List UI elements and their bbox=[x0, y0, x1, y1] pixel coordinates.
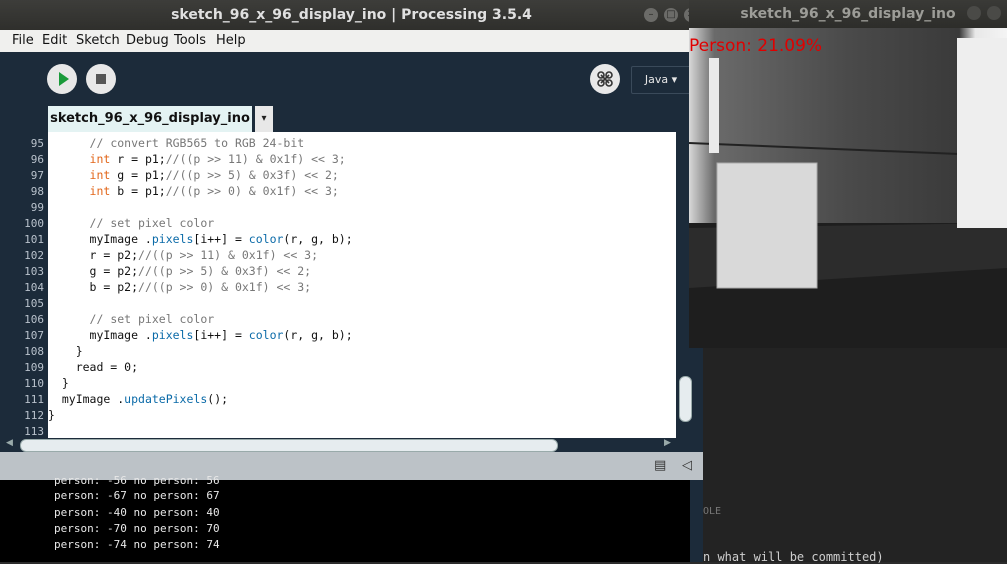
line-number: 113 bbox=[24, 425, 44, 438]
stop-icon bbox=[96, 74, 106, 84]
line-number: 105 bbox=[24, 297, 44, 310]
console-toggle-icon[interactable]: ▤ bbox=[654, 458, 666, 473]
console-line: person: -70 no person: 70 bbox=[54, 522, 220, 535]
mode-label: Java bbox=[644, 73, 669, 86]
console-output[interactable]: person: -56 no person: 56 person: -67 no… bbox=[0, 474, 690, 562]
code-line[interactable]: } bbox=[48, 344, 83, 358]
console-line: person: -40 no person: 40 bbox=[54, 506, 220, 519]
minimize-icon[interactable]: – bbox=[644, 8, 658, 22]
processing-title-bar: sketch_96_x_96_display_ino | Processing … bbox=[0, 0, 703, 30]
person-probability-label: Person: 21.09% bbox=[689, 36, 823, 56]
scroll-left-icon[interactable]: ◀ bbox=[6, 438, 13, 448]
line-number: 99 bbox=[30, 201, 44, 214]
code-line[interactable]: // set pixel color bbox=[48, 216, 215, 230]
code-line[interactable]: } bbox=[48, 376, 69, 390]
menu-debug[interactable]: Debug bbox=[126, 33, 169, 48]
code-line[interactable]: } bbox=[48, 408, 55, 422]
code-line[interactable]: myImage .pixels[i++] = color(r, g, b); bbox=[48, 232, 353, 246]
code-line[interactable]: myImage .pixels[i++] = color(r, g, b); bbox=[48, 328, 353, 342]
line-number: 98 bbox=[30, 185, 44, 198]
background-terminal bbox=[703, 348, 1007, 562]
scroll-right-icon[interactable]: ▶ bbox=[664, 438, 671, 448]
line-number: 107 bbox=[24, 329, 44, 342]
code-editor[interactable]: // convert RGB565 to RGB 24-bit int r = … bbox=[48, 132, 676, 438]
line-number: 97 bbox=[30, 169, 44, 182]
code-line[interactable]: // convert RGB565 to RGB 24-bit bbox=[48, 136, 305, 150]
line-number: 103 bbox=[24, 265, 44, 278]
debug-icon bbox=[597, 71, 613, 87]
tab-sketch[interactable]: sketch_96_x_96_display_ino bbox=[48, 106, 252, 132]
line-number: 102 bbox=[24, 249, 44, 262]
code-line[interactable]: myImage .updatePixels(); bbox=[48, 392, 228, 406]
menu-tools[interactable]: Tools bbox=[174, 33, 206, 48]
line-number: 96 bbox=[30, 153, 44, 166]
processing-window-title: sketch_96_x_96_display_ino | Processing … bbox=[171, 7, 532, 23]
code-line[interactable]: // set pixel color bbox=[48, 312, 215, 326]
line-number: 109 bbox=[24, 361, 44, 374]
camera-frame bbox=[688, 28, 1007, 348]
run-button[interactable] bbox=[47, 64, 77, 94]
camera-window-title: sketch_96_x_96_display_ino bbox=[740, 6, 956, 22]
collapse-icon[interactable]: ◁ bbox=[682, 458, 692, 473]
console-line: person: -74 no person: 74 bbox=[54, 538, 220, 551]
code-line[interactable]: b = p2;//((p >> 0) & 0x1f) << 3; bbox=[48, 280, 312, 294]
code-line[interactable]: int g = p1;//((p >> 5) & 0x3f) << 2; bbox=[48, 168, 339, 182]
camera-close-icon[interactable] bbox=[987, 6, 1001, 20]
stop-button[interactable] bbox=[86, 64, 116, 94]
code-line[interactable]: int r = p1;//((p >> 11) & 0x1f) << 3; bbox=[48, 152, 346, 166]
line-number: 110 bbox=[24, 377, 44, 390]
line-number: 95 bbox=[30, 137, 44, 150]
vertical-scrollbar-thumb[interactable] bbox=[679, 376, 692, 422]
camera-image bbox=[688, 28, 1007, 348]
line-number: 106 bbox=[24, 313, 44, 326]
menu-bar: File Edit Sketch Debug Tools Help bbox=[0, 30, 703, 52]
line-number: 108 bbox=[24, 345, 44, 358]
maximize-icon[interactable]: □ bbox=[664, 8, 678, 22]
mode-selector[interactable]: Java ▾ bbox=[631, 66, 691, 94]
menu-edit[interactable]: Edit bbox=[42, 33, 67, 48]
console-line: person: -67 no person: 67 bbox=[54, 489, 220, 502]
camera-minimize-icon[interactable] bbox=[967, 6, 981, 20]
line-number-gutter: 95 96 97 98 99 100 101 102 103 104 105 1… bbox=[0, 132, 48, 438]
tab-menu-arrow-icon[interactable]: ▾ bbox=[255, 106, 273, 132]
background-text: OLE bbox=[703, 506, 722, 517]
code-line[interactable]: int b = p1;//((p >> 0) & 0x1f) << 3; bbox=[48, 184, 339, 198]
line-number: 111 bbox=[24, 393, 44, 406]
horizontal-scrollbar-thumb[interactable] bbox=[20, 439, 558, 452]
menu-help[interactable]: Help bbox=[216, 33, 246, 48]
line-number: 112 bbox=[24, 409, 44, 422]
console-line: person: -56 no person: 56 bbox=[54, 474, 220, 487]
menu-file[interactable]: File bbox=[12, 33, 34, 48]
camera-title-bar: sketch_96_x_96_display_ino bbox=[689, 0, 1007, 28]
code-line[interactable]: read = 0; bbox=[48, 360, 138, 374]
toolbar bbox=[0, 52, 703, 106]
menu-sketch[interactable]: Sketch bbox=[76, 33, 120, 48]
code-line[interactable]: g = p2;//((p >> 5) & 0x3f) << 2; bbox=[48, 264, 312, 278]
play-icon bbox=[59, 72, 69, 86]
line-number: 101 bbox=[24, 233, 44, 246]
line-number: 100 bbox=[24, 217, 44, 230]
line-number: 104 bbox=[24, 281, 44, 294]
code-line[interactable]: r = p2;//((p >> 11) & 0x1f) << 3; bbox=[48, 248, 319, 262]
debugger-button[interactable] bbox=[590, 64, 620, 94]
